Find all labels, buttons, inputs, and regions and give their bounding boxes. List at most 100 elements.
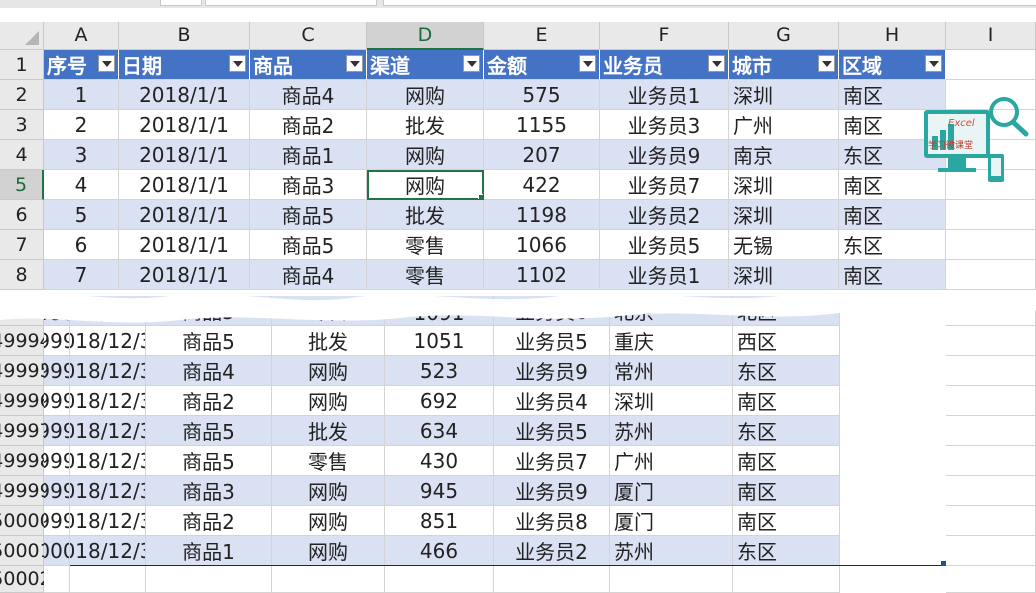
empty-cell[interactable]	[946, 446, 1036, 476]
table-cell[interactable]: 业务员9	[600, 140, 729, 170]
table-cell[interactable]: 商品4	[250, 80, 367, 110]
row-header[interactable]: 7	[0, 230, 44, 260]
table-cell[interactable]: 网购	[272, 506, 385, 536]
table-cell[interactable]: 西区	[733, 326, 840, 356]
table-cell[interactable]: 南区	[839, 260, 946, 290]
row-header[interactable]: 2	[0, 80, 44, 110]
table-cell[interactable]: 商品1	[250, 140, 367, 170]
table-cell[interactable]: 常州	[610, 356, 733, 386]
table-cell[interactable]: 49999	[44, 506, 70, 536]
empty-cell[interactable]	[946, 476, 1036, 506]
table-cell[interactable]: 网购	[272, 536, 385, 566]
empty-cell[interactable]	[494, 566, 610, 593]
row-header[interactable]: 50000	[0, 506, 52, 536]
filter-dropdown-icon[interactable]	[463, 55, 480, 72]
table-cell[interactable]: 业务员2	[494, 536, 610, 566]
table-cell[interactable]: 批发	[272, 326, 385, 356]
table-cell[interactable]: 商品2	[250, 110, 367, 140]
table-cell[interactable]: 东区	[839, 230, 946, 260]
table-cell[interactable]: 6	[44, 230, 119, 260]
table-cell[interactable]: 商品5	[250, 230, 367, 260]
table-cell[interactable]: 网购	[367, 140, 484, 170]
table-header-cell[interactable]: 渠道	[367, 50, 484, 80]
table-cell[interactable]: 1	[44, 80, 119, 110]
empty-cell[interactable]	[44, 566, 70, 593]
table-header-cell[interactable]: 城市	[729, 50, 839, 80]
table-cell[interactable]: 零售	[367, 260, 484, 290]
empty-cell[interactable]	[946, 506, 1036, 536]
empty-cell[interactable]	[733, 566, 840, 593]
table-cell[interactable]: 东区	[733, 356, 840, 386]
table-cell[interactable]: 网购	[272, 386, 385, 416]
empty-cell[interactable]	[385, 566, 494, 593]
empty-cell[interactable]	[70, 566, 146, 593]
select-all-button[interactable]	[0, 22, 44, 50]
table-cell[interactable]: 1198	[484, 200, 600, 230]
table-cell[interactable]: 2018/12/31	[70, 476, 146, 506]
table-cell[interactable]: 575	[484, 80, 600, 110]
table-cell[interactable]: 2018/12/31	[70, 386, 146, 416]
table-cell[interactable]: 商品2	[146, 386, 272, 416]
table-cell[interactable]: 1091	[385, 296, 494, 326]
table-cell[interactable]: 2018/1/1	[119, 200, 250, 230]
table-cell[interactable]: 业务员5	[494, 326, 610, 356]
table-cell[interactable]: 深圳	[729, 200, 839, 230]
row-header[interactable]: 50001	[0, 536, 52, 566]
table-cell[interactable]: 523	[385, 356, 494, 386]
table-cell[interactable]: 430	[385, 446, 494, 476]
table-cell[interactable]: 49997	[44, 446, 70, 476]
empty-cell[interactable]	[146, 566, 272, 593]
empty-cell[interactable]	[946, 230, 1036, 260]
empty-cell[interactable]	[946, 386, 1036, 416]
table-cell[interactable]: 49993	[44, 326, 70, 356]
table-cell[interactable]: 2018/12/31	[70, 326, 146, 356]
column-header-i[interactable]: I	[946, 22, 1036, 50]
column-header-e[interactable]: E	[484, 22, 600, 50]
table-cell[interactable]: 业务员7	[494, 446, 610, 476]
empty-cell[interactable]	[946, 50, 1036, 80]
table-cell[interactable]: 3	[44, 140, 119, 170]
column-header-g[interactable]: G	[729, 22, 839, 50]
table-cell[interactable]: 商品4	[146, 356, 272, 386]
column-header-d[interactable]: D	[367, 22, 484, 50]
table-cell[interactable]: 207	[484, 140, 600, 170]
table-cell[interactable]: 东区	[733, 536, 840, 566]
table-cell[interactable]: 网购	[272, 476, 385, 506]
table-cell[interactable]: 商品3	[250, 170, 367, 200]
empty-cell[interactable]	[610, 566, 733, 593]
table-cell[interactable]: 2018/1/1	[119, 110, 250, 140]
table-cell[interactable]: 商品5	[146, 416, 272, 446]
table-cell[interactable]: 业务员6	[494, 296, 610, 326]
table-cell[interactable]: 批发	[367, 110, 484, 140]
table-cell[interactable]: 2018/1/1	[119, 260, 250, 290]
table-cell[interactable]: 业务员7	[600, 170, 729, 200]
row-header[interactable]: 49993	[0, 296, 52, 326]
table-cell[interactable]: 49992	[44, 296, 70, 326]
table-cell[interactable]: 网购	[367, 80, 484, 110]
table-cell[interactable]: 1102	[484, 260, 600, 290]
table-cell[interactable]: 广州	[729, 110, 839, 140]
row-header[interactable]: 3	[0, 110, 44, 140]
table-cell[interactable]: 422	[484, 170, 600, 200]
table-cell[interactable]: 5	[44, 200, 119, 230]
column-header-h[interactable]: H	[839, 22, 946, 50]
row-header[interactable]: 50002	[0, 566, 52, 593]
table-cell[interactable]: 851	[385, 506, 494, 536]
table-cell[interactable]: 2018/12/31	[70, 296, 146, 326]
table-cell[interactable]: 2018/12/31	[70, 356, 146, 386]
table-cell[interactable]: 业务员3	[600, 110, 729, 140]
filter-dropdown-icon[interactable]	[818, 55, 835, 72]
row-header[interactable]: 49997	[0, 416, 52, 446]
table-cell[interactable]: 商品3	[146, 476, 272, 506]
table-cell[interactable]: 业务员9	[494, 356, 610, 386]
table-cell[interactable]: 南区	[733, 386, 840, 416]
row-header[interactable]: 49996	[0, 386, 52, 416]
table-cell[interactable]: 厦门	[610, 506, 733, 536]
table-cell[interactable]: 业务员8	[494, 506, 610, 536]
row-header[interactable]: 49994	[0, 326, 52, 356]
table-header-cell[interactable]: 业务员	[600, 50, 729, 80]
row-header[interactable]: 49998	[0, 446, 52, 476]
empty-cell[interactable]	[272, 566, 385, 593]
table-cell[interactable]: 北京	[610, 296, 733, 326]
table-cell[interactable]: 零售	[272, 446, 385, 476]
